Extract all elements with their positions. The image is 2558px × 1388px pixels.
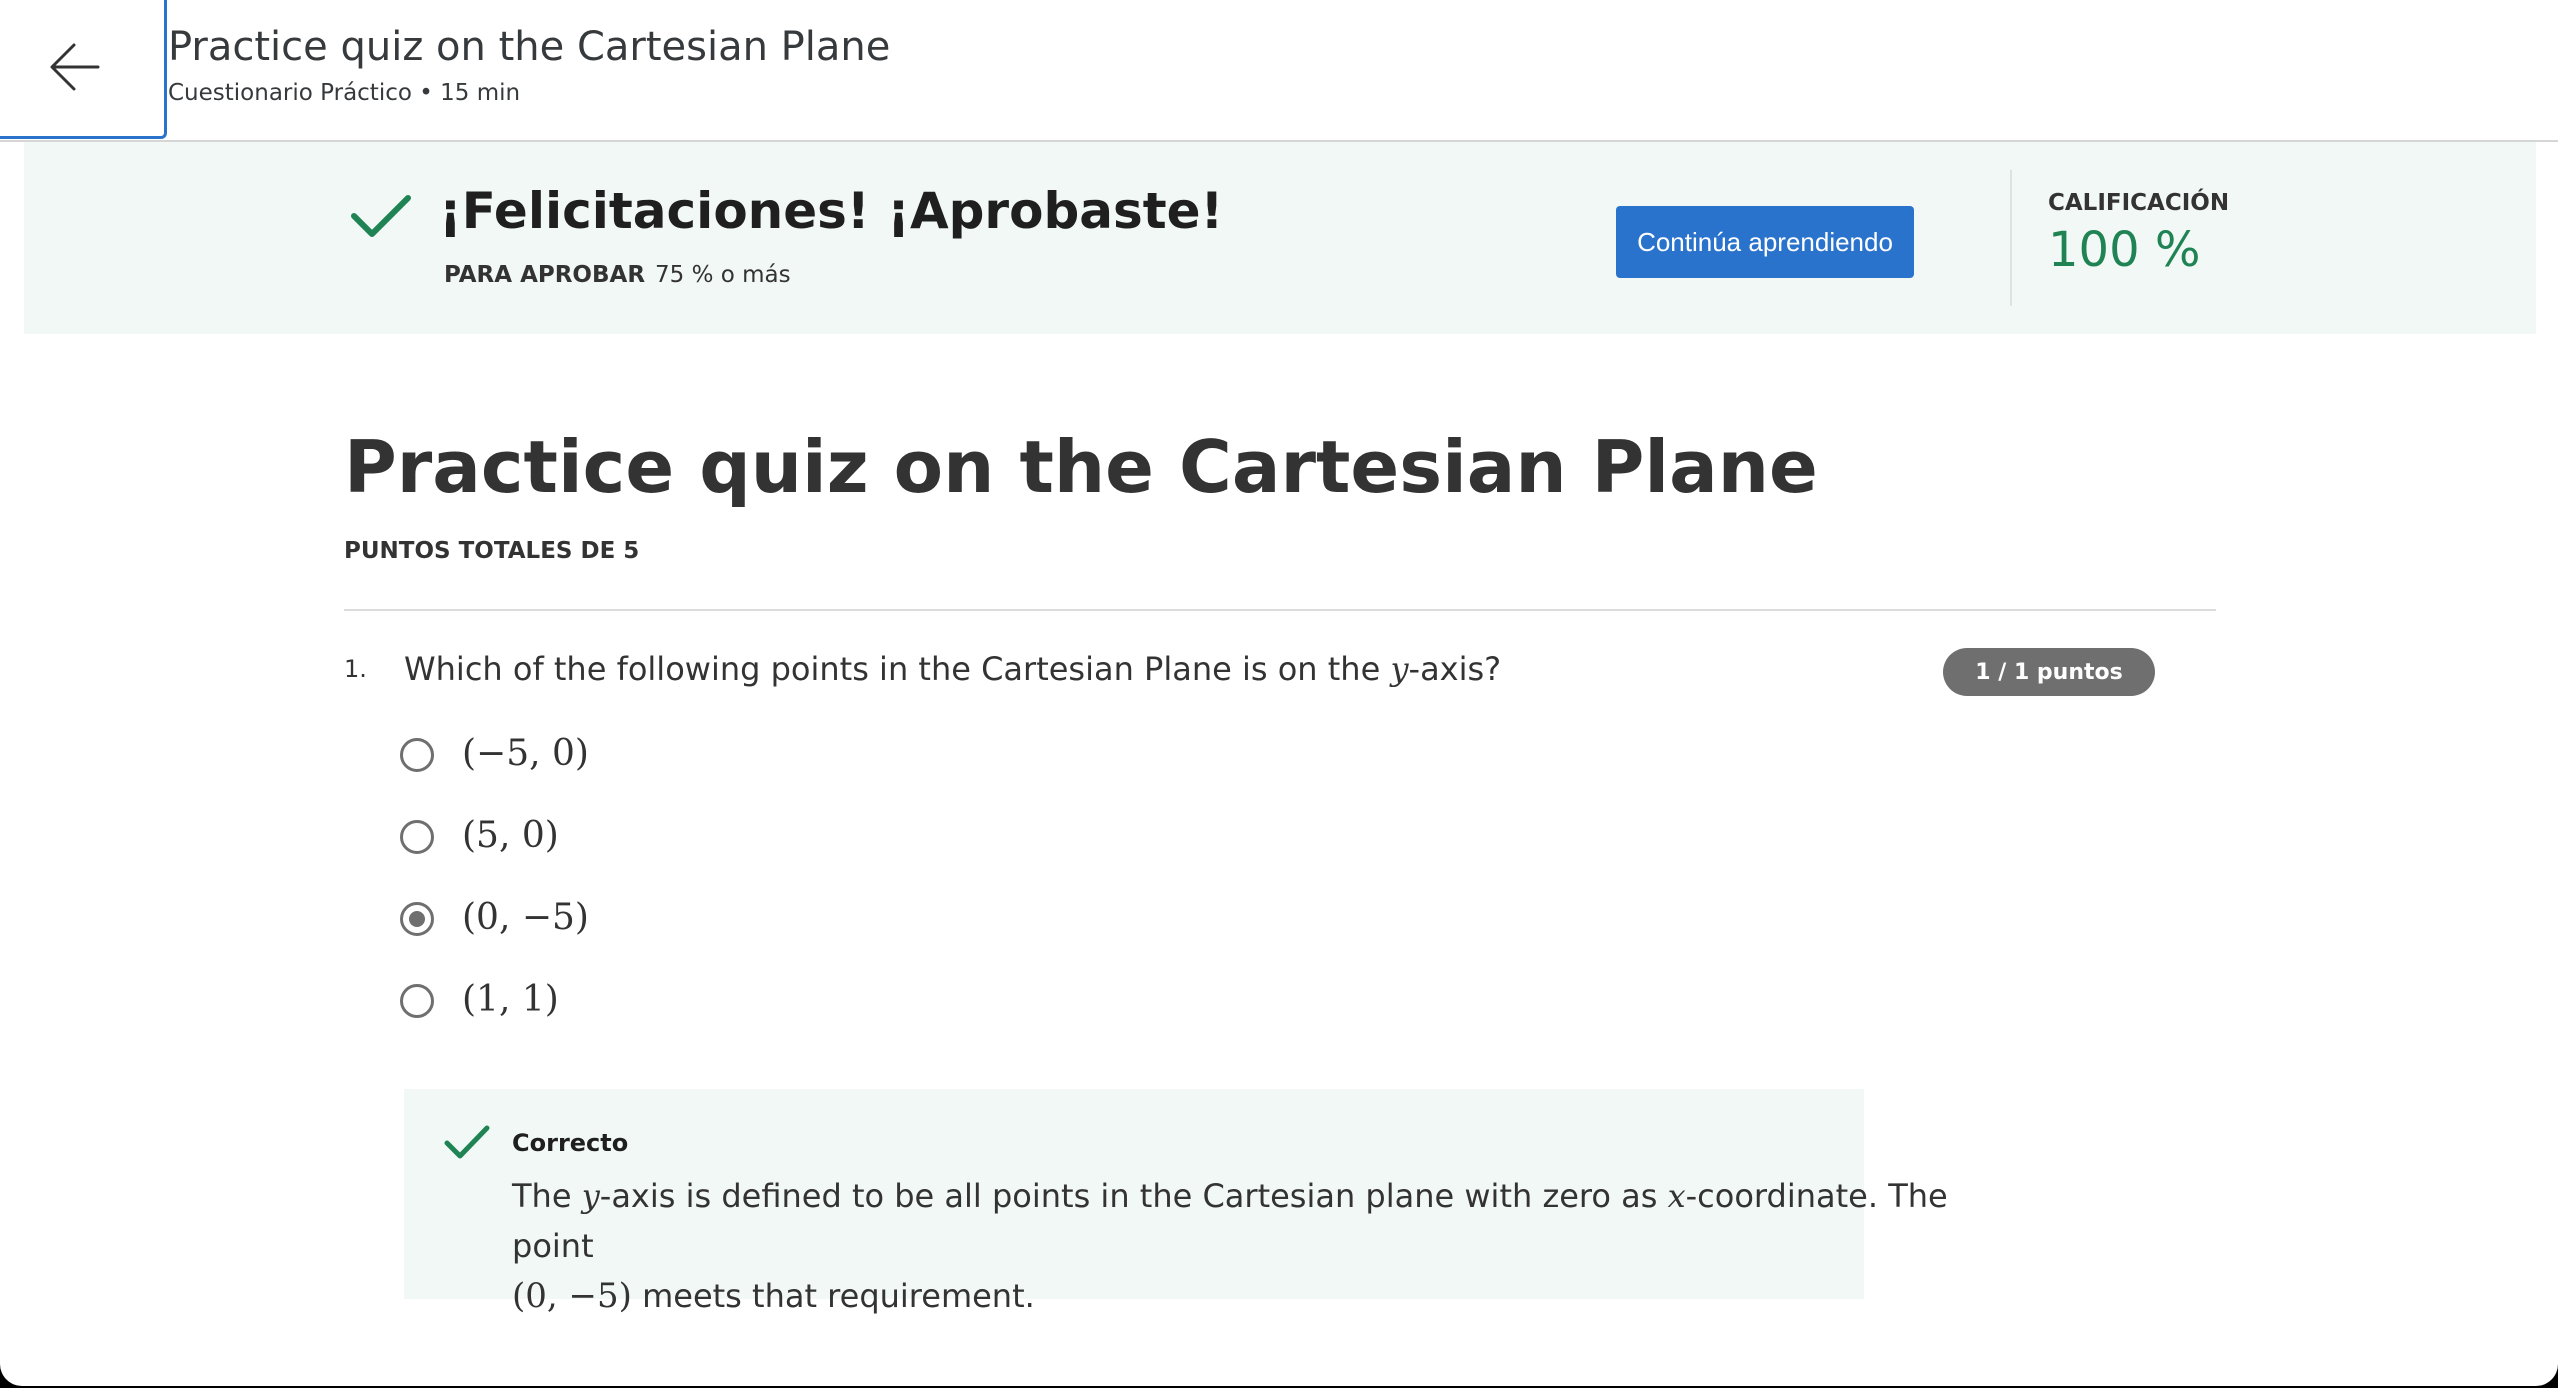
question-text-part: -axis? <box>1408 650 1502 688</box>
quiz-title: Practice quiz on the Cartesian Plane <box>344 425 1818 509</box>
question-variable: y <box>1390 650 1409 688</box>
radio-button-selected[interactable] <box>400 902 434 936</box>
answer-option[interactable]: (5, 0) <box>400 815 1000 865</box>
grade-label: CALIFICACIÓN <box>2048 190 2230 216</box>
header-subtitle: Cuestionario Práctico • 15 min <box>168 80 521 106</box>
feedback-explanation: The y-axis is defined to be all points i… <box>512 1171 1992 1321</box>
checkmark-icon <box>444 1125 490 1159</box>
feedback-variable-y: y <box>581 1177 600 1215</box>
feedback-variable-x: x <box>1667 1177 1686 1215</box>
answer-option[interactable]: (0, −5) <box>400 897 1000 947</box>
pass-requirement-label: PARA APROBAR <box>444 262 646 288</box>
feedback-point: (0, −5) <box>512 1276 632 1316</box>
answer-option-label: (1, 1) <box>462 979 559 1020</box>
continue-learning-button[interactable]: Continúa aprendiendo <box>1616 206 1914 278</box>
radio-button[interactable] <box>400 984 434 1018</box>
answer-option[interactable]: (−5, 0) <box>400 733 1000 783</box>
feedback-label: Correcto <box>512 1129 629 1157</box>
feedback-text-part: The <box>512 1177 582 1215</box>
banner-divider <box>2010 170 2012 306</box>
banner-heading: ¡Felicitaciones! ¡Aprobaste! <box>439 182 1224 240</box>
feedback-text-part: meets that requirement. <box>631 1277 1035 1315</box>
back-button[interactable] <box>0 0 167 139</box>
radio-button[interactable] <box>400 738 434 772</box>
answer-option-label: (−5, 0) <box>462 733 589 774</box>
feedback-text-part: -axis is defined to be all points in the… <box>599 1177 1668 1215</box>
pass-banner: ¡Felicitaciones! ¡Aprobaste! PARA APROBA… <box>24 142 2536 334</box>
arrow-left-icon <box>50 43 100 91</box>
quiz-page: Practice quiz on the Cartesian Plane Cue… <box>0 0 2558 1386</box>
section-divider <box>344 609 2216 611</box>
pass-requirement: PARA APROBAR 75 % o más <box>444 262 791 288</box>
answer-option-label: (5, 0) <box>462 815 559 856</box>
header: Practice quiz on the Cartesian Plane Cue… <box>0 0 2558 142</box>
points-badge: 1 / 1 puntos <box>1943 648 2155 696</box>
question-text-part: Which of the following points in the Car… <box>404 650 1391 688</box>
answer-option-label: (0, −5) <box>462 897 589 938</box>
total-points: PUNTOS TOTALES DE 5 <box>344 538 640 564</box>
answer-option[interactable]: (1, 1) <box>400 979 1000 1029</box>
pass-requirement-value: 75 % o más <box>655 262 791 288</box>
feedback-panel: Correcto The y-axis is defined to be all… <box>404 1089 1948 1316</box>
radio-button[interactable] <box>400 820 434 854</box>
checkmark-icon <box>351 195 411 237</box>
header-title: Practice quiz on the Cartesian Plane <box>168 24 891 70</box>
question-number: 1. <box>344 655 367 683</box>
question-text: Which of the following points in the Car… <box>404 650 1501 688</box>
grade-value: 100 % <box>2048 222 2201 278</box>
